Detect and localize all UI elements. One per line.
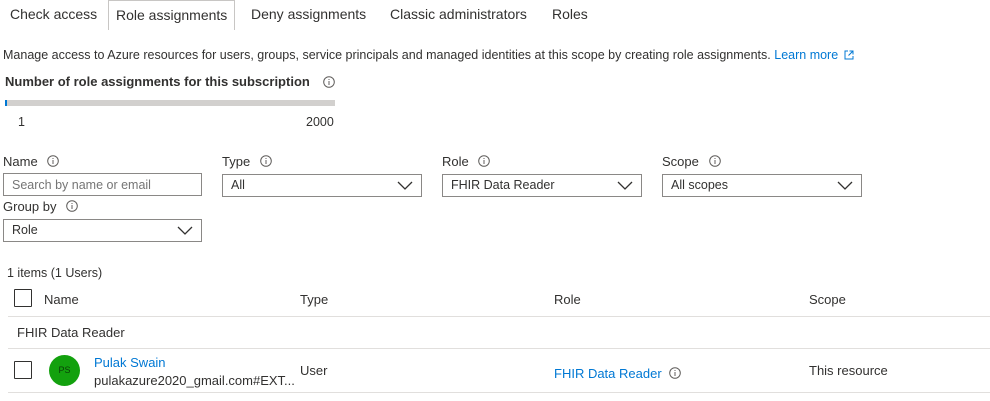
tab-check-access[interactable]: Check access xyxy=(10,0,97,30)
role-dropdown[interactable]: FHIR Data Reader xyxy=(442,174,642,197)
name-filter-label-text: Name xyxy=(3,154,38,169)
type-dropdown[interactable]: All xyxy=(222,174,422,197)
info-icon[interactable] xyxy=(708,155,721,167)
group-header: FHIR Data Reader xyxy=(17,325,125,340)
page-description: Manage access to Azure resources for use… xyxy=(3,48,854,62)
tab-bar: Check access Role assignments Deny assig… xyxy=(0,0,990,30)
user-name-link[interactable]: Pulak Swain xyxy=(94,355,166,370)
chevron-down-icon xyxy=(177,226,193,235)
role-cell: FHIR Data Reader xyxy=(554,366,682,381)
group-by-label: Group by xyxy=(3,199,78,214)
chevron-down-icon xyxy=(837,181,853,190)
name-filter-label: Name xyxy=(3,154,60,169)
info-icon[interactable] xyxy=(478,155,491,167)
column-header-name[interactable]: Name xyxy=(44,292,79,307)
learn-more-link[interactable]: Learn more xyxy=(774,48,838,62)
assignment-count-title: Number of role assignments for this subs… xyxy=(5,74,310,89)
avatar: PS xyxy=(49,355,80,386)
tab-roles[interactable]: Roles xyxy=(552,0,588,30)
type-filter-label: Type xyxy=(222,154,272,169)
scope-dropdown[interactable]: All scopes xyxy=(662,174,862,197)
scope-filter-label-text: Scope xyxy=(662,154,699,169)
row-checkbox[interactable] xyxy=(14,361,32,379)
role-link[interactable]: FHIR Data Reader xyxy=(554,366,662,381)
user-type: User xyxy=(300,363,328,378)
group-divider xyxy=(8,348,990,349)
tab-deny-assignments[interactable]: Deny assignments xyxy=(251,0,366,30)
chevron-down-icon xyxy=(397,181,413,190)
info-icon[interactable] xyxy=(47,155,60,167)
group-by-dropdown-value: Role xyxy=(12,223,38,237)
header-divider xyxy=(8,316,990,317)
items-summary: 1 items (1 Users) xyxy=(7,266,103,280)
bar-max-label: 2000 xyxy=(306,115,334,129)
scope-cell: This resource xyxy=(809,363,888,378)
bar-min-label: 1 xyxy=(18,115,25,129)
chevron-down-icon xyxy=(617,181,633,190)
assignment-count-bar-fill xyxy=(5,100,7,106)
type-filter-label-text: Type xyxy=(222,154,251,169)
description-text: Manage access to Azure resources for use… xyxy=(3,48,771,62)
info-icon[interactable] xyxy=(323,76,335,88)
tab-classic-administrators[interactable]: Classic administrators xyxy=(390,0,527,30)
group-by-dropdown[interactable]: Role xyxy=(3,219,202,242)
role-filter-label-text: Role xyxy=(442,154,469,169)
role-filter-label: Role xyxy=(442,154,491,169)
select-all-checkbox[interactable] xyxy=(14,289,32,307)
info-icon[interactable] xyxy=(669,367,682,379)
assignment-count-bar xyxy=(5,100,335,106)
role-dropdown-value: FHIR Data Reader xyxy=(451,178,555,192)
scope-filter-label: Scope xyxy=(662,154,721,169)
scope-dropdown-value: All scopes xyxy=(671,178,728,192)
tab-role-assignments[interactable]: Role assignments xyxy=(108,0,236,30)
column-header-type[interactable]: Type xyxy=(300,292,328,307)
info-icon[interactable] xyxy=(66,200,78,212)
group-by-label-text: Group by xyxy=(3,199,57,214)
external-link-icon[interactable] xyxy=(844,50,854,60)
row-divider xyxy=(8,392,990,393)
column-header-scope[interactable]: Scope xyxy=(809,292,846,307)
name-search-input[interactable] xyxy=(3,173,202,196)
column-header-role[interactable]: Role xyxy=(554,292,581,307)
user-email: pulakazure2020_gmail.com#EXT... xyxy=(94,373,295,388)
type-dropdown-value: All xyxy=(231,178,245,192)
info-icon[interactable] xyxy=(260,155,272,167)
